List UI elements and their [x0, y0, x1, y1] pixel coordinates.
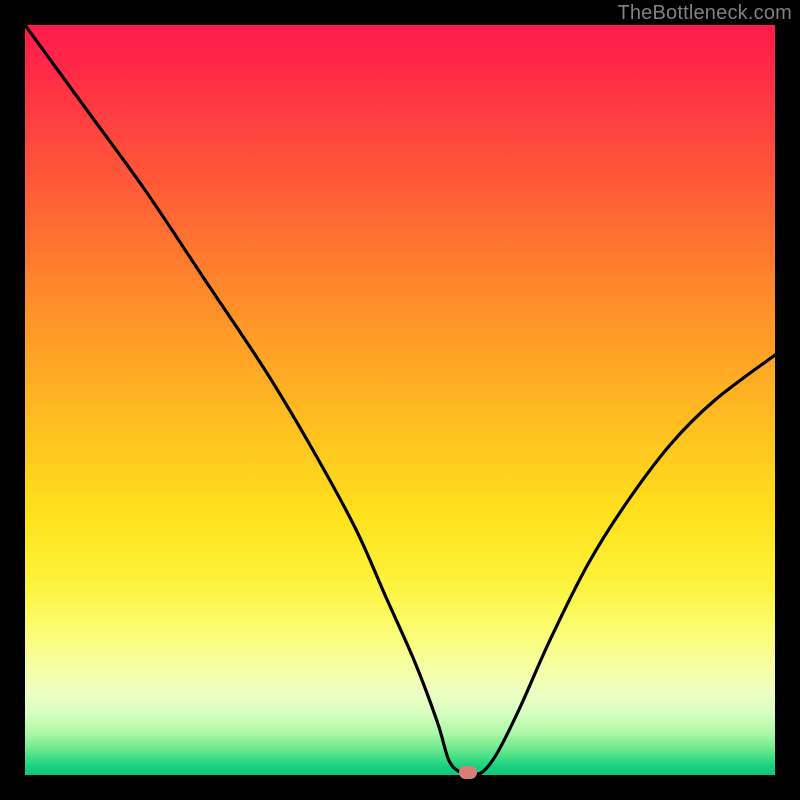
plot-area: [25, 25, 775, 775]
minimum-marker: [459, 766, 477, 779]
bottleneck-curve: [25, 25, 775, 775]
watermark-text: TheBottleneck.com: [617, 2, 792, 25]
curve-path: [25, 25, 775, 774]
chart-frame: TheBottleneck.com: [0, 0, 800, 800]
